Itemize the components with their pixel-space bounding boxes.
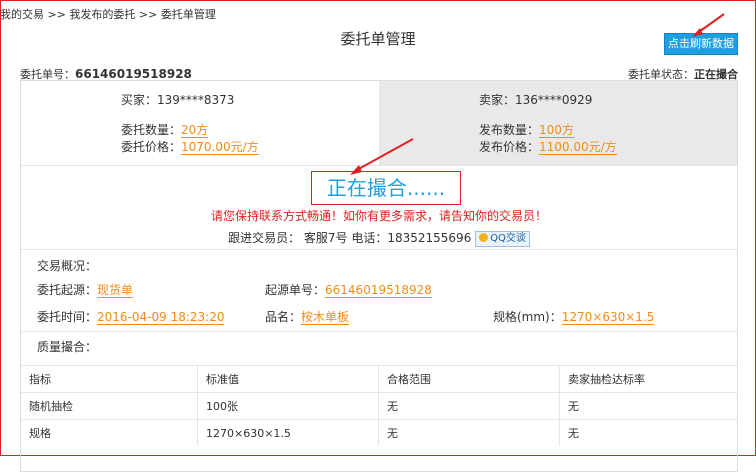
- buyer-qty: 委托数量：20方: [121, 123, 209, 138]
- buyer-panel: 买家：139****8373 委托数量：20方 委托价格：1070.00元/方: [21, 81, 379, 165]
- buyer-label: 买家：139****8373: [121, 93, 235, 107]
- table-row: 规格 1270×630×1.5 无 无: [21, 419, 737, 446]
- warning-text: 请您保持联系方式畅通！如你有更多需求，请告知你的交易员！: [210, 209, 547, 223]
- source-field: 委托起源：现货单: [37, 283, 134, 298]
- buyer-price: 委托价格：1070.00元/方: [121, 140, 259, 155]
- page-title: 委托单管理: [340, 30, 416, 48]
- seller-qty: 发布数量：100方: [479, 123, 574, 138]
- quality-title: 质量撮合：: [37, 340, 98, 354]
- table-row: 随机抽检 100张 无 无: [21, 392, 737, 420]
- source-no-field: 起源单号：66146019518928: [265, 283, 432, 298]
- seller-price: 发布价格：1100.00元/方: [479, 140, 617, 155]
- annotation-arrow-icon: [350, 138, 414, 175]
- product-field: 品名：桉木单板: [265, 310, 350, 325]
- order-detail-box: 买家：139****8373 委托数量：20方 委托价格：1070.00元/方 …: [20, 80, 738, 472]
- qq-icon: [479, 233, 489, 242]
- time-field: 委托时间：2016-04-09 18:23:20: [37, 310, 225, 325]
- overview-title: 交易概况：: [37, 259, 98, 273]
- divider: [21, 249, 737, 250]
- breadcrumb[interactable]: 我的交易 >> 我发布的委托 >> 委托单管理: [0, 6, 216, 22]
- spec-field: 规格(mm)：1270×630×1.5: [493, 310, 655, 325]
- divider: [21, 331, 737, 332]
- annotation-arrow-icon: [692, 13, 725, 37]
- qq-chat-button[interactable]: QQ交谈: [475, 230, 530, 247]
- quality-table: 指标 标准值 合格范围 卖家抽检达标率 随机抽检 100张 无 无 规格 127…: [21, 365, 737, 446]
- table-header-row: 指标 标准值 合格范围 卖家抽检达标率: [21, 365, 737, 393]
- follow-trader: 跟进交易员： 客服7号 电话：18352155696 QQ交谈: [21, 229, 737, 247]
- seller-panel: 卖家：136****0929 发布数量：100方 发布价格：1100.00元/方: [379, 81, 737, 165]
- seller-label: 卖家：136****0929: [479, 93, 593, 107]
